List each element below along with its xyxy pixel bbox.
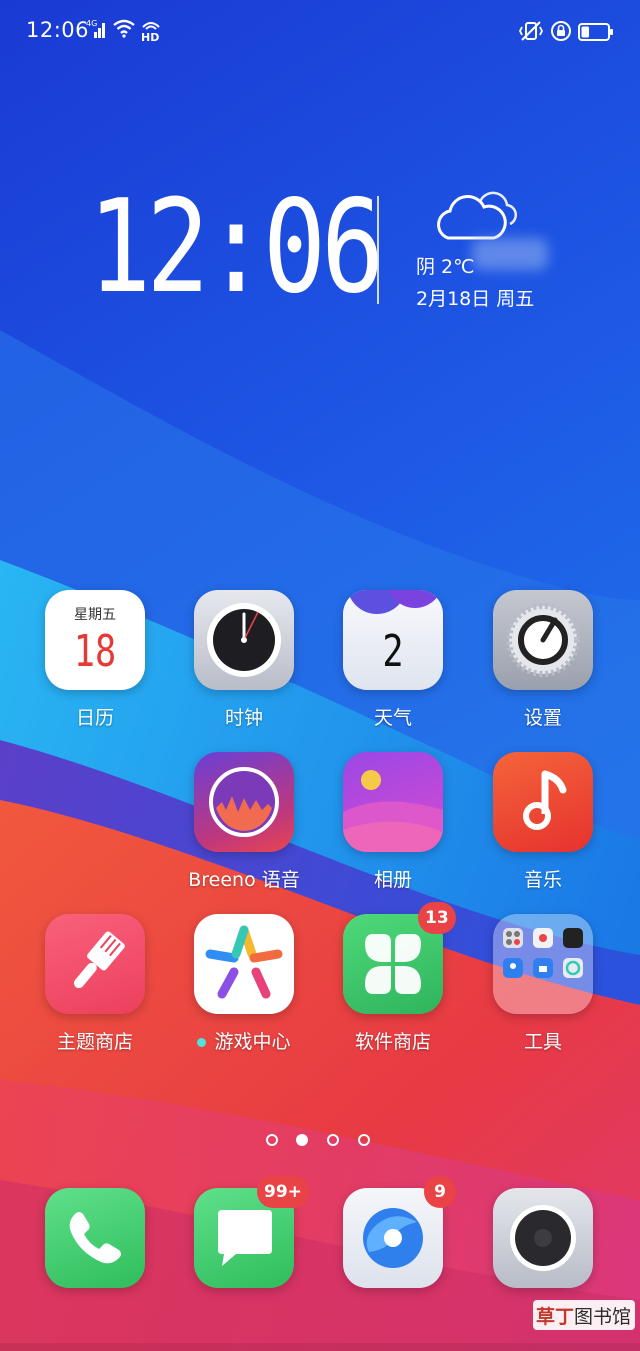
page-dot-active[interactable] bbox=[296, 1134, 308, 1146]
wifi-icon bbox=[112, 18, 136, 42]
calendar-day: 18 bbox=[73, 626, 117, 677]
weather-app-icon: 2 bbox=[343, 590, 443, 690]
weather-app-number: 2 bbox=[382, 626, 404, 677]
app-theme-store[interactable]: 主题商店 bbox=[20, 914, 170, 1064]
dock-messages[interactable]: 99+ bbox=[169, 1176, 319, 1338]
app-weather[interactable]: 2 天气 bbox=[318, 590, 468, 740]
svg-text:HD: HD bbox=[141, 31, 159, 42]
signal-icon: 4G bbox=[86, 18, 108, 44]
vibrate-mute-icon bbox=[518, 20, 544, 46]
breeno-voice-icon bbox=[194, 752, 294, 852]
gallery-icon bbox=[343, 752, 443, 852]
app-label: 主题商店 bbox=[56, 1031, 133, 1053]
app-gallery[interactable]: 相册 bbox=[318, 752, 468, 902]
folder-tools[interactable]: 工具 bbox=[468, 914, 618, 1064]
blurred-location bbox=[472, 238, 548, 270]
watermark-text: 草丁图书馆 bbox=[536, 1302, 631, 1329]
watermark-part1: 草丁 bbox=[536, 1306, 575, 1328]
app-label: 软件商店 bbox=[354, 1031, 431, 1053]
clock-widget-time[interactable]: 12:06 bbox=[88, 178, 384, 318]
weather-condition: 阴 2℃ bbox=[416, 256, 475, 278]
paintbrush-icon bbox=[45, 914, 145, 1014]
app-music[interactable]: 音乐 bbox=[468, 752, 618, 902]
app-clock[interactable]: 时钟 bbox=[169, 590, 319, 740]
clock-icon bbox=[194, 590, 294, 690]
new-update-dot bbox=[197, 1038, 207, 1047]
calendar-icon: 星期五 18 bbox=[45, 590, 145, 690]
page-dot[interactable] bbox=[266, 1134, 278, 1146]
app-label: 游戏中心 bbox=[169, 1027, 319, 1054]
hd-call-icon: HD bbox=[140, 18, 162, 46]
app-label: 天气 bbox=[373, 707, 412, 729]
settings-gear-icon bbox=[493, 590, 593, 690]
app-label: 相册 bbox=[373, 869, 412, 891]
notification-badge: 13 bbox=[418, 902, 456, 934]
status-bar: 12:06 4G HD bbox=[0, 0, 640, 66]
notification-badge: 9 bbox=[424, 1176, 456, 1208]
dock-phone[interactable] bbox=[20, 1188, 170, 1338]
camera-icon bbox=[493, 1188, 593, 1288]
page-dot[interactable] bbox=[358, 1134, 370, 1146]
app-software-store[interactable]: 13 软件商店 bbox=[318, 902, 468, 1064]
notification-badge: 99+ bbox=[257, 1176, 309, 1208]
dock-browser[interactable]: 9 bbox=[318, 1176, 468, 1338]
navigation-bar bbox=[0, 1343, 640, 1351]
watermark-part2: 图书馆 bbox=[574, 1306, 632, 1328]
app-label: 设置 bbox=[523, 707, 562, 729]
page-dot[interactable] bbox=[327, 1134, 339, 1146]
rotation-lock-icon bbox=[550, 20, 572, 46]
date-text: 2月18日 周五 bbox=[416, 288, 535, 310]
app-label: 日历 bbox=[75, 707, 114, 729]
game-star-icon bbox=[194, 914, 294, 1014]
app-game-center[interactable]: 游戏中心 bbox=[169, 914, 319, 1064]
status-time: 12:06 bbox=[26, 18, 90, 42]
app-label: 工具 bbox=[523, 1031, 562, 1053]
app-settings[interactable]: 设置 bbox=[468, 590, 618, 740]
battery-icon bbox=[578, 22, 614, 46]
app-label: 音乐 bbox=[523, 869, 562, 891]
music-note-icon bbox=[493, 752, 593, 852]
calendar-weekday: 星期五 bbox=[74, 607, 116, 623]
phone-icon bbox=[45, 1188, 145, 1288]
folder-icon bbox=[493, 914, 593, 1014]
app-label: 时钟 bbox=[224, 707, 263, 729]
widget-divider bbox=[377, 196, 379, 304]
app-calendar[interactable]: 星期五 18 日历 bbox=[20, 590, 170, 740]
svg-text:4G: 4G bbox=[86, 19, 97, 28]
app-breeno[interactable]: Breeno 语音 bbox=[169, 752, 319, 902]
app-label: Breeno 语音 bbox=[188, 869, 300, 891]
